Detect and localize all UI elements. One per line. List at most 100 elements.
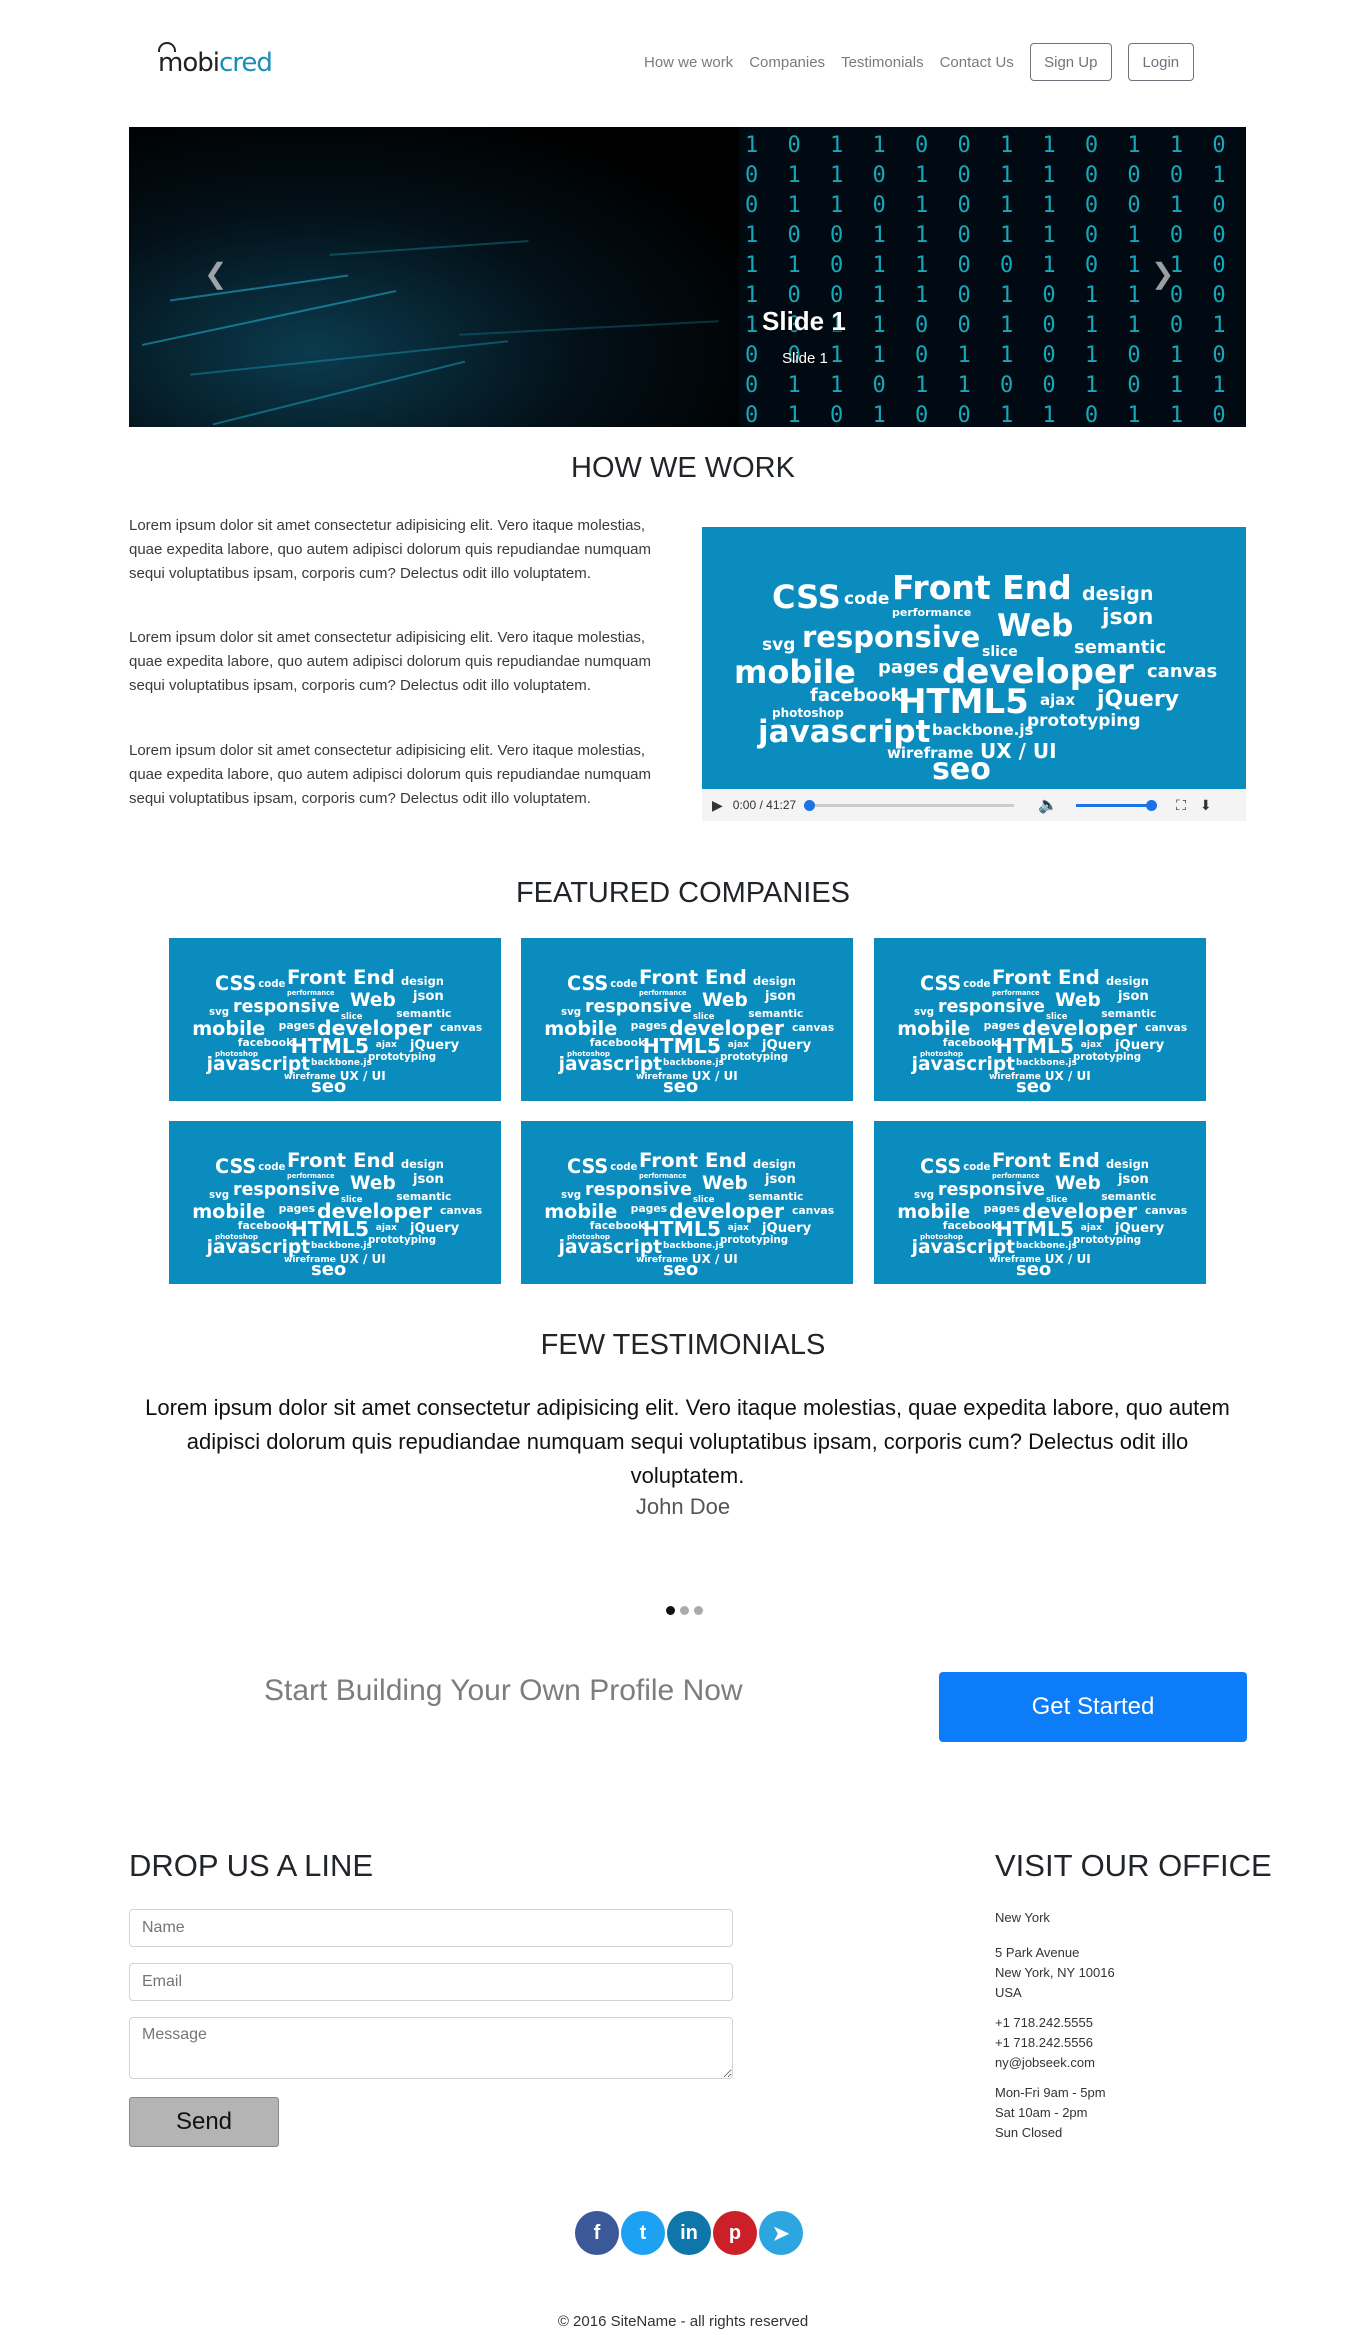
word-cloud-word: json (1118, 1171, 1149, 1187)
logo[interactable]: mobi cred (158, 42, 273, 78)
word-cloud-word: CSS (920, 972, 962, 995)
email-field[interactable] (129, 1963, 733, 2001)
word-cloud-word: seo (311, 1076, 347, 1098)
word-cloud-word: responsive (585, 1180, 692, 1201)
nav-how-we-work[interactable]: How we work (644, 54, 733, 71)
word-cloud-word: performance (639, 988, 687, 997)
word-cloud-word: canvas (440, 1021, 483, 1035)
get-started-button[interactable]: Get Started (939, 1672, 1247, 1742)
facebook-icon[interactable]: f (575, 2211, 619, 2255)
telegram-icon[interactable]: ➤ (759, 2211, 803, 2255)
word-cloud-word: prototyping (720, 1052, 789, 1064)
word-cloud-word: Front End (992, 1149, 1100, 1172)
word-cloud-word: seo (663, 1259, 699, 1281)
word-cloud-word: CSS (920, 1155, 962, 1178)
word-cloud-word: facebook (237, 1035, 294, 1049)
company-tile[interactable]: CSS code Front End design performance respons… (521, 1121, 853, 1284)
email-link[interactable]: ny@jobseek.com (995, 2053, 1095, 2073)
volume-icon[interactable]: 🔈 (1038, 795, 1058, 815)
address-line: USA (995, 1985, 1022, 2000)
volume-thumb[interactable] (1146, 799, 1158, 811)
word-cloud-word: ajax (727, 1223, 749, 1234)
linkedin-icon[interactable]: in (667, 2211, 711, 2255)
word-cloud-word: ajax (1080, 1040, 1102, 1051)
company-tile[interactable]: CSS code Front End design performance respons… (874, 1121, 1206, 1284)
word-cloud-word: canvas (440, 1204, 483, 1218)
message-field[interactable] (129, 2017, 733, 2079)
word-cloud-word: json (765, 1171, 796, 1187)
word-cloud-word: jQuery (410, 1220, 460, 1236)
word-cloud-word: UX / UI (339, 1069, 386, 1083)
word-cloud-word: performance (287, 1171, 335, 1180)
word-cloud-word: responsive (802, 620, 981, 654)
address-line: 5 Park Avenue (995, 1945, 1080, 1960)
word-cloud-word: canvas (1147, 661, 1218, 682)
pinterest-icon[interactable]: p (713, 2211, 757, 2255)
login-button[interactable]: Login (1127, 43, 1194, 81)
copyright: © 2016 SiteName - all rights reserved (557, 2313, 809, 2330)
word-cloud-word: design (753, 1157, 796, 1172)
word-cloud-word: UX / UI (339, 1252, 386, 1266)
carousel-indicator-dot[interactable] (680, 1606, 689, 1615)
word-cloud-word: CSS (567, 972, 609, 995)
word-cloud-word: design (1106, 974, 1149, 989)
word-cloud-word: svg (762, 635, 796, 655)
word-cloud-word: jQuery (1097, 687, 1180, 712)
company-tile[interactable]: CSS code Front End design performance respons… (169, 938, 501, 1101)
word-cloud-word: CSS (215, 972, 257, 995)
logo-text-part1: mobi (158, 48, 220, 78)
word-cloud-word: Web (1055, 990, 1101, 1011)
chevron-left-icon[interactable]: ❮ (204, 257, 227, 290)
word-cloud-word: design (1082, 583, 1154, 605)
testimonial-indicators (666, 1606, 703, 1615)
word-cloud-word: Front End (287, 966, 395, 989)
download-icon[interactable]: ⬇ (1200, 797, 1212, 814)
send-button[interactable]: Send (129, 2097, 279, 2147)
word-cloud-word: ajax (375, 1223, 397, 1234)
word-cloud-word: canvas (1145, 1021, 1188, 1035)
word-cloud-word: backbone.js (663, 1058, 724, 1069)
word-cloud-word: responsive (938, 997, 1045, 1018)
word-cloud-word: canvas (1145, 1204, 1188, 1218)
office-hours: Mon-Fri 9am - 5pm Sat 10am - 2pm Sun Clo… (995, 2083, 1106, 2143)
company-tile[interactable]: CSS code Front End design performance respons… (169, 1121, 501, 1284)
social-links: f t in p ➤ (575, 2211, 805, 2255)
company-tile[interactable]: CSS code Front End design performance respons… (874, 938, 1206, 1101)
video-time: 0:00 / 41:27 (732, 798, 797, 812)
fullscreen-icon[interactable]: ⛶ (1176, 797, 1186, 814)
hours-line: Mon-Fri 9am - 5pm (995, 2085, 1106, 2100)
word-cloud-word: json (765, 988, 796, 1004)
video-progress-track[interactable] (804, 799, 1015, 811)
nav-companies[interactable]: Companies (749, 54, 825, 71)
carousel-indicator-dot[interactable] (666, 1606, 675, 1615)
word-cloud-word: UX / UI (691, 1069, 738, 1083)
video-progress-thumb[interactable] (804, 799, 816, 811)
nav-testimonials[interactable]: Testimonials (841, 54, 924, 71)
word-cloud-word: responsive (585, 997, 692, 1018)
word-cloud-word: performance (992, 988, 1040, 997)
hero-carousel[interactable]: 1 0 1 1 0 0 1 1 0 1 1 0 0 1 1 0 1 0 1 1 … (129, 127, 1246, 427)
word-cloud-word: code (610, 1162, 638, 1173)
carousel-indicator-dot[interactable] (694, 1606, 703, 1615)
company-tile[interactable]: CSS code Front End design performance respons… (521, 938, 853, 1101)
word-cloud-word: responsive (938, 1180, 1045, 1201)
word-cloud-word: backbone.js (1016, 1241, 1077, 1252)
video-player[interactable]: CSS code Front End design performance respons… (702, 527, 1246, 819)
word-cloud-word: seo (311, 1259, 347, 1281)
word-cloud-word: backbone.js (1016, 1058, 1077, 1069)
volume-slider[interactable] (1076, 799, 1158, 811)
play-icon[interactable]: ▶ (712, 797, 723, 814)
twitter-icon[interactable]: t (621, 2211, 665, 2255)
signup-button[interactable]: Sign Up (1029, 43, 1112, 81)
word-cloud-word: Web (1055, 1173, 1101, 1194)
logo-wifi-icon (158, 42, 176, 52)
name-field[interactable] (129, 1909, 733, 1947)
word-cloud-word: facebook (942, 1218, 999, 1232)
chevron-right-icon[interactable]: ❯ (1151, 257, 1174, 290)
word-cloud-word: facebook (589, 1218, 646, 1232)
word-cloud-word: seo (663, 1076, 699, 1098)
word-cloud-word: facebook (810, 685, 903, 706)
nav-contact-us[interactable]: Contact Us (940, 54, 1014, 71)
word-cloud-word: CSS (772, 578, 841, 616)
word-cloud-word: prototyping (368, 1235, 437, 1247)
